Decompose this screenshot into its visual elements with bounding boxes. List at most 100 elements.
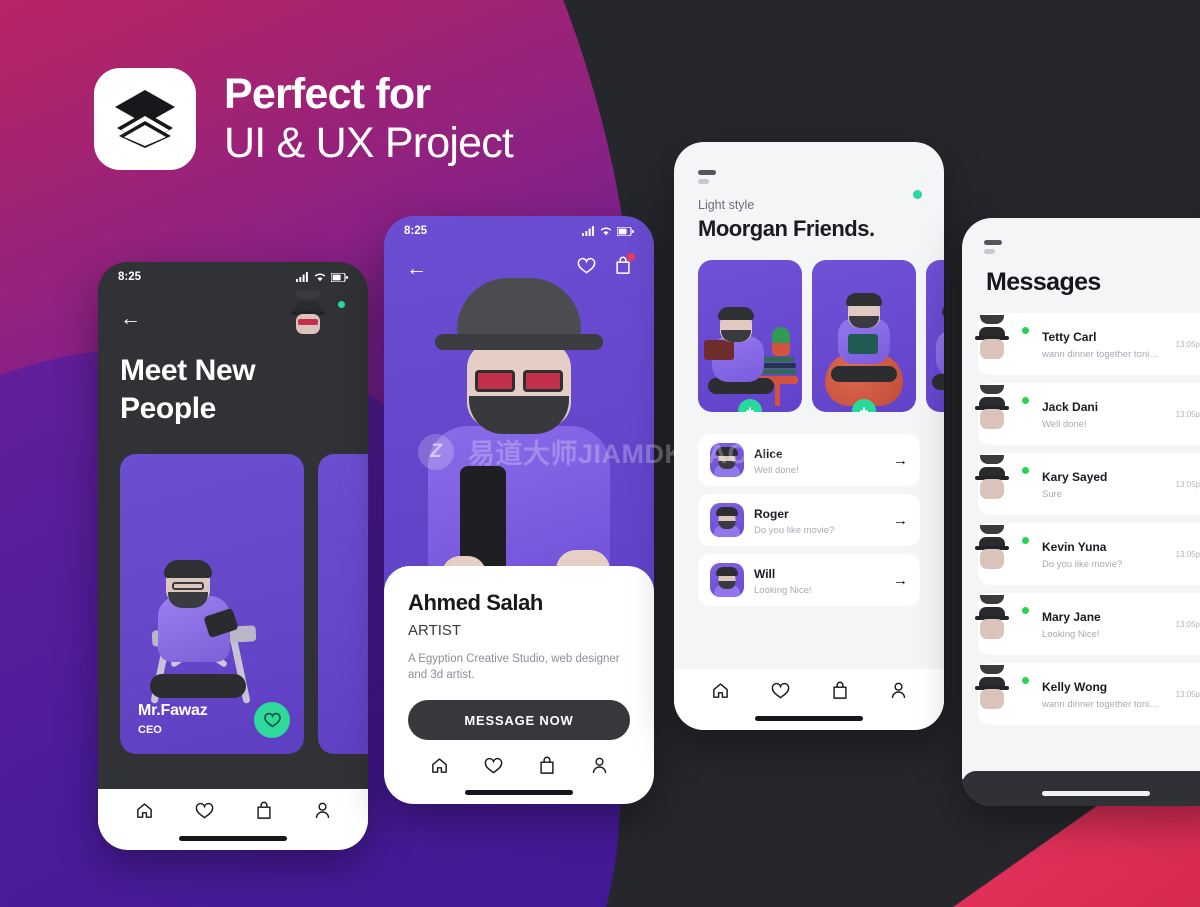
avatar	[710, 563, 744, 597]
bag-notification-badge	[627, 253, 635, 261]
heart-icon[interactable]	[254, 701, 290, 738]
table-row[interactable]: Kelly Wong wann dinner together tonight?…	[975, 663, 1200, 725]
layers-stack-icon	[94, 68, 196, 170]
header: Perfect for UI & UX Project	[94, 68, 514, 170]
profile-info-card: Ahmed Salah ARTIST A Egyption Creative S…	[384, 565, 654, 804]
heart-icon[interactable]	[484, 757, 503, 780]
headline-line-2: UI & UX Project	[224, 118, 514, 167]
contact-name: Jack Dani	[1042, 400, 1099, 414]
person-card[interactable]: Mr.Fawaz CEO	[120, 453, 304, 754]
arrow-right-icon[interactable]: →	[893, 512, 908, 529]
online-status-dot	[913, 190, 922, 199]
contact-name: Kelly Wong	[1042, 680, 1108, 694]
message-preview: Well done!	[1042, 419, 1087, 430]
message-timestamp: 13:05p	[1175, 339, 1200, 349]
online-status-dot	[1021, 606, 1030, 615]
profile-name: Ahmed Salah	[408, 589, 543, 615]
friend-photo-tile[interactable]: +	[926, 260, 944, 412]
message-timestamp: 13:05p	[1175, 479, 1200, 489]
friends-photo-grid[interactable]: + + +	[674, 242, 944, 412]
message-preview: wann dinner together tonight?	[1042, 699, 1164, 710]
status-icons	[582, 226, 634, 236]
message-timestamp: 13:05p	[1175, 549, 1200, 559]
arrow-right-icon[interactable]: →	[893, 452, 908, 469]
page-heading: Moorgan Friends.	[698, 216, 875, 241]
people-card-carousel[interactable]: Mr.Fawaz CEO	[98, 428, 368, 754]
status-icons	[296, 272, 348, 282]
person-icon[interactable]	[314, 801, 331, 820]
home-icon[interactable]	[135, 801, 154, 820]
contact-name: Kevin Yuna	[1042, 540, 1107, 554]
status-time: 8:25	[118, 271, 142, 283]
style-label: Light style	[698, 198, 755, 212]
table-row[interactable]: Mary Jane Looking Nice! 13:05p	[975, 593, 1200, 655]
messages-list: Tetty Carl wann dinner together tonight?…	[962, 297, 1200, 725]
message-preview: Do you like movie?	[1042, 559, 1123, 570]
phone-mockup-meet-new-people: 8:25 ← Meet New People Mr.Fawaz CEO	[98, 262, 368, 850]
headline-line-1: Perfect for	[224, 69, 431, 118]
wifi-icon	[600, 227, 612, 236]
friend-name: Alice	[754, 446, 783, 461]
bag-icon[interactable]	[831, 681, 849, 700]
person-icon[interactable]	[591, 756, 608, 780]
page-title: Perfect for UI & UX Project	[224, 69, 514, 167]
menu-icon[interactable]	[962, 218, 1200, 254]
signal-bars-icon	[296, 272, 308, 282]
friend-message: Do you like movie?	[754, 524, 835, 536]
online-status-dot	[1021, 466, 1030, 475]
avatar	[710, 443, 744, 477]
bag-icon[interactable]	[255, 801, 273, 820]
list-item[interactable]: Alice Well done! →	[698, 434, 920, 486]
home-indicator	[1042, 791, 1150, 796]
profile-description: A Egyption Creative Studio, web designer…	[408, 652, 620, 682]
avatar	[710, 503, 744, 537]
friend-message: Well done!	[754, 464, 799, 476]
table-row[interactable]: Kary Sayed Sure 13:05p	[975, 453, 1200, 515]
online-status-dot	[1021, 676, 1030, 685]
heart-icon[interactable]	[771, 682, 790, 700]
plus-icon[interactable]: +	[738, 399, 762, 412]
table-row[interactable]: Tetty Carl wann dinner together tonight?…	[975, 313, 1200, 375]
online-status-dot	[336, 299, 347, 310]
message-preview: Sure	[1042, 489, 1063, 500]
contact-name: Mary Jane	[1042, 610, 1101, 624]
menu-icon[interactable]	[674, 142, 944, 184]
bottom-navigation[interactable]	[408, 740, 630, 780]
message-timestamp: 13:05p	[1175, 689, 1200, 699]
heart-icon[interactable]	[195, 802, 214, 820]
battery-icon	[331, 272, 348, 282]
phone-mockup-messages: Messages Tetty Carl wann dinner together…	[962, 218, 1200, 806]
arrow-right-icon[interactable]: →	[893, 572, 908, 589]
profile-role: ARTIST	[408, 621, 462, 639]
person-name: Mr.Fawaz	[138, 701, 208, 719]
home-indicator	[755, 716, 863, 721]
avatar[interactable]	[291, 290, 347, 338]
bottom-navigation[interactable]	[98, 789, 368, 850]
arrow-left-icon[interactable]: ←	[120, 308, 141, 329]
person-card[interactable]	[318, 453, 368, 754]
friend-name: Roger	[754, 506, 789, 521]
online-status-dot	[1021, 536, 1030, 545]
friend-photo-tile[interactable]: +	[698, 260, 802, 412]
bag-icon[interactable]	[538, 756, 556, 780]
person-icon[interactable]	[890, 681, 907, 700]
message-preview: Looking Nice!	[1042, 629, 1100, 640]
list-item[interactable]: Will Looking Nice! →	[698, 554, 920, 606]
signal-bars-icon	[582, 226, 594, 236]
contact-name: Kary Sayed	[1042, 470, 1108, 484]
home-indicator	[179, 836, 287, 841]
list-item[interactable]: Roger Do you like movie? →	[698, 494, 920, 546]
bottom-navigation[interactable]	[674, 669, 944, 730]
friend-name: Will	[754, 566, 776, 581]
message-now-button[interactable]: MESSAGE NOW	[408, 700, 630, 740]
home-icon[interactable]	[711, 681, 730, 700]
status-bar: 8:25	[384, 216, 654, 246]
table-row[interactable]: Kevin Yuna Do you like movie? 13:05p	[975, 523, 1200, 585]
table-row[interactable]: Jack Dani Well done! 13:05p	[975, 383, 1200, 445]
home-indicator	[465, 790, 573, 795]
home-icon[interactable]	[430, 756, 449, 780]
online-status-dot	[1021, 396, 1030, 405]
message-timestamp: 13:05p	[1175, 619, 1200, 629]
phone1-heading: Meet New People	[120, 354, 256, 425]
friend-photo-tile[interactable]: +	[812, 260, 916, 412]
